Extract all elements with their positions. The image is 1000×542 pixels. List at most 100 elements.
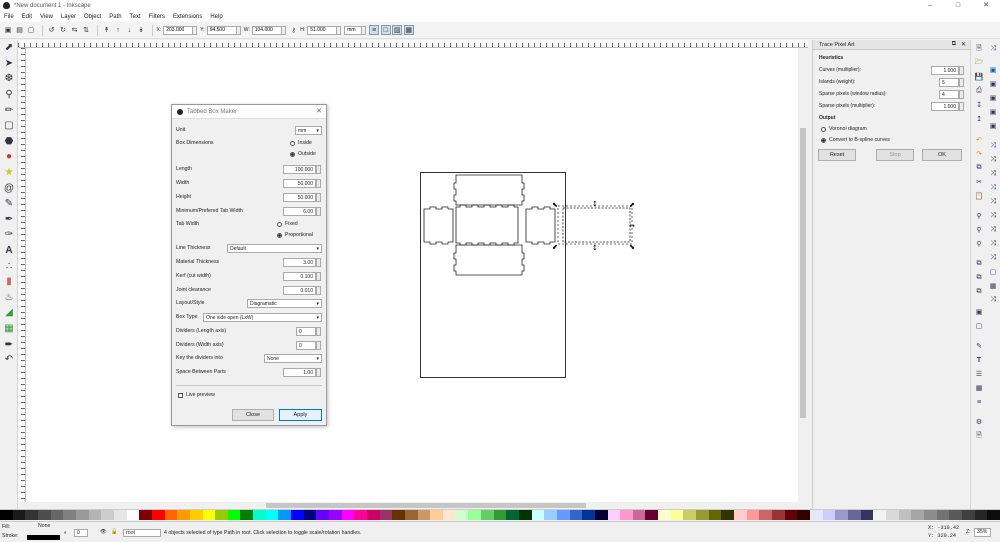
palette-swatch[interactable] xyxy=(531,510,545,520)
snap-guide-icon[interactable]: ⤨ xyxy=(987,294,999,306)
horizontal-scrollbar[interactable] xyxy=(26,502,808,509)
group-icon[interactable]: ▣ xyxy=(973,306,985,318)
palette-swatch[interactable] xyxy=(923,510,937,520)
height-spinner[interactable] xyxy=(316,193,321,202)
palette-swatch[interactable] xyxy=(582,510,595,520)
palette-swatch[interactable] xyxy=(265,510,279,520)
palette-swatch[interactable] xyxy=(12,510,26,520)
palette-swatch[interactable] xyxy=(696,510,709,520)
dividers-length-spinner[interactable] xyxy=(316,327,321,336)
preferences-icon[interactable]: ⚙ xyxy=(973,416,985,428)
palette-swatch[interactable] xyxy=(316,510,330,520)
snap-nodes-icon[interactable]: ⤨ xyxy=(987,140,999,152)
palette-swatch[interactable] xyxy=(658,510,671,520)
line-thickness-select[interactable]: Default ▾ xyxy=(227,244,322,253)
snap-page-border-icon[interactable]: ▢ xyxy=(987,266,999,278)
kerf-spinner[interactable] xyxy=(316,272,321,281)
radio-inside[interactable]: Inside xyxy=(290,140,312,146)
dividers-width-spinner[interactable] xyxy=(316,341,321,350)
dividers-width-input[interactable]: 0 xyxy=(296,341,316,350)
palette-swatch[interactable] xyxy=(468,510,481,520)
palette-swatch[interactable] xyxy=(784,510,798,520)
unlink-clone-icon[interactable]: ⧉ xyxy=(973,286,985,298)
material-input[interactable]: 3.00 xyxy=(283,258,316,267)
live-preview-checkbox[interactable]: Live preview xyxy=(178,392,215,398)
apply-button[interactable]: Apply xyxy=(279,409,322,421)
unit-select[interactable]: mm ▾ xyxy=(295,126,322,135)
palette-swatch[interactable] xyxy=(88,510,102,520)
layer-select[interactable]: root xyxy=(123,529,161,537)
palette-swatch[interactable] xyxy=(797,510,810,520)
layer-visibility-icon[interactable]: 👁 xyxy=(100,529,107,535)
palette-swatch[interactable] xyxy=(151,510,165,520)
snap-bbox-centers-icon[interactable]: ▣ xyxy=(987,120,999,132)
palette-swatch[interactable] xyxy=(101,510,114,520)
palette-swatch[interactable] xyxy=(594,510,608,520)
radio-proportional[interactable]: Proportional xyxy=(277,232,313,238)
palette-swatch[interactable] xyxy=(442,510,456,520)
dialog-close-icon[interactable]: ✕ xyxy=(316,107,322,115)
palette-swatch[interactable] xyxy=(670,510,684,520)
palette-swatch[interactable] xyxy=(341,510,355,520)
palette-swatch[interactable] xyxy=(734,510,747,520)
snap-bbox-icon[interactable]: ▣ xyxy=(987,64,999,76)
palette-swatch[interactable] xyxy=(569,510,583,520)
zoom-page-icon[interactable]: ⚲ xyxy=(973,238,985,250)
palette-swatch[interactable] xyxy=(278,510,292,520)
palette-swatch[interactable] xyxy=(810,510,823,520)
document-properties-icon[interactable]: 🗎 xyxy=(973,430,985,442)
curves-spinner[interactable] xyxy=(959,66,964,75)
palette-swatch[interactable] xyxy=(987,510,1000,520)
clone-icon[interactable]: ⧉ xyxy=(973,272,985,284)
kerf-input[interactable]: 0.100 xyxy=(283,272,316,281)
palette-swatch[interactable] xyxy=(746,510,760,520)
tab-min-input[interactable]: 6.00 xyxy=(283,207,316,216)
dividers-length-input[interactable]: 0 xyxy=(296,327,316,336)
palette-swatch[interactable] xyxy=(974,510,988,520)
palette-swatch[interactable] xyxy=(417,510,431,520)
tab-min-spinner[interactable] xyxy=(316,207,321,216)
sparse-window-spinner[interactable] xyxy=(959,90,964,99)
palette-swatch[interactable] xyxy=(202,510,216,520)
palette-swatch[interactable] xyxy=(253,510,266,520)
palette-swatch[interactable] xyxy=(632,510,646,520)
palette-swatch[interactable] xyxy=(430,510,443,520)
undo-icon[interactable]: ↶ xyxy=(973,134,985,146)
material-spinner[interactable] xyxy=(316,258,321,267)
palette-swatch[interactable] xyxy=(354,510,368,520)
palette-swatch[interactable] xyxy=(291,510,304,520)
palette-swatch[interactable] xyxy=(392,510,405,520)
palette-swatch[interactable] xyxy=(215,510,228,520)
palette-swatch[interactable] xyxy=(607,510,621,520)
import-icon[interactable]: ↧ xyxy=(973,99,985,111)
palette-swatch[interactable] xyxy=(139,510,152,520)
sparse-window-input[interactable]: 4 xyxy=(939,90,959,99)
vertical-scrollbar[interactable] xyxy=(798,48,808,502)
box-type-select[interactable]: One side open (LxW) ▾ xyxy=(203,313,322,322)
sparse-mult-spinner[interactable] xyxy=(959,102,964,111)
panel-float-icon[interactable]: ⧉ xyxy=(952,41,956,48)
radio-outside[interactable]: Outside xyxy=(290,151,316,157)
zoom-input[interactable]: 35% xyxy=(974,528,991,537)
palette-swatch[interactable] xyxy=(25,510,38,520)
snap-bbox-edges-icon[interactable]: ▣ xyxy=(987,78,999,90)
ok-button[interactable]: OK xyxy=(922,149,962,161)
duplicate-icon[interactable]: ⧉ xyxy=(973,258,985,270)
palette-swatch[interactable] xyxy=(379,510,393,520)
joint-input[interactable]: 0.010 xyxy=(283,286,316,295)
reset-button[interactable]: Reset xyxy=(818,149,856,161)
snap-rotation-icon[interactable]: ⤨ xyxy=(987,238,999,250)
fill-value[interactable]: None xyxy=(38,523,50,529)
length-input[interactable]: 100.000 xyxy=(283,165,316,174)
radio-voronoi[interactable]: Voronoi diagram xyxy=(821,126,867,132)
snap-text-baseline-icon[interactable]: ⤨ xyxy=(987,252,999,264)
palette-swatch[interactable] xyxy=(455,510,469,520)
palette-swatch[interactable] xyxy=(645,510,659,520)
palette-swatch[interactable] xyxy=(518,510,532,520)
zoom-drawing-icon[interactable]: ⚲ xyxy=(973,224,985,236)
width-input[interactable]: 50.000 xyxy=(283,179,316,188)
palette-swatch[interactable] xyxy=(0,510,13,520)
snap-centers-icon[interactable]: ⤨ xyxy=(987,224,999,236)
palette-swatch[interactable] xyxy=(113,510,127,520)
snap-bbox-corners-icon[interactable]: ▣ xyxy=(987,92,999,104)
